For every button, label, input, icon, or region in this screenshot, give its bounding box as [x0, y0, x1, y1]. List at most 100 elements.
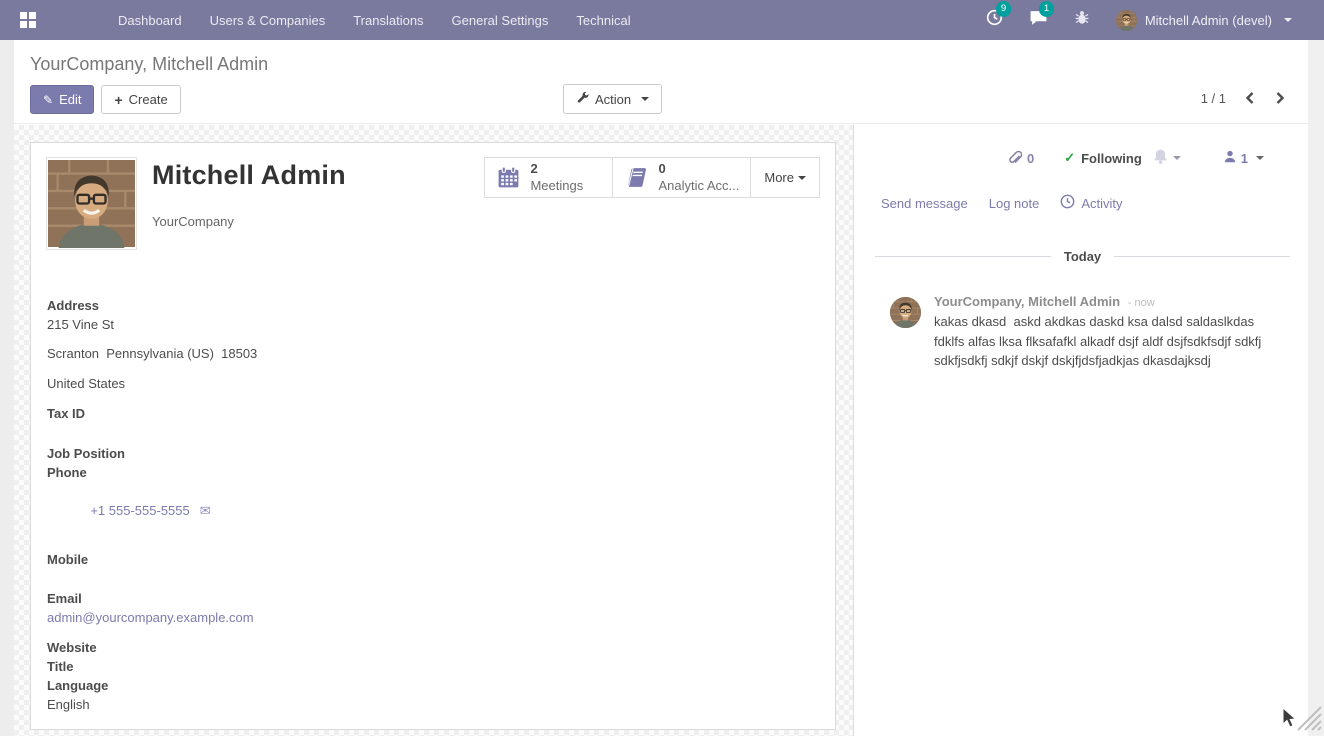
menu-item-users-companies[interactable]: Users & Companies [196, 0, 340, 40]
message-timestamp: - now [1128, 297, 1155, 309]
pager-next-button[interactable] [1273, 89, 1288, 107]
more-dropdown-button[interactable]: More [751, 158, 819, 197]
menu-item-dashboard[interactable]: Dashboard [104, 0, 196, 40]
main-menu: Dashboard Users & Companies Translations… [104, 0, 645, 40]
meetings-count: 2 [530, 161, 583, 177]
stat-button-analytic-accounts[interactable]: 0 Analytic Acc... [613, 158, 751, 197]
log-note-label: Log note [989, 196, 1040, 211]
activity-count-badge: 9 [996, 1, 1011, 17]
pager-previous-button[interactable] [1242, 89, 1257, 107]
title-label: Title [47, 657, 820, 676]
language-label: Language [47, 676, 820, 695]
edit-button-label: Edit [59, 92, 81, 107]
bell-icon [1152, 148, 1169, 168]
activity-label: Activity [1081, 196, 1122, 211]
menu-item-technical[interactable]: Technical [562, 0, 644, 40]
following-label: Following [1081, 151, 1142, 166]
followers-button[interactable]: 1 [1223, 149, 1264, 167]
action-button-label: Action [595, 92, 631, 107]
attachment-count: 0 [1027, 151, 1034, 166]
message-count-badge: 1 [1039, 1, 1054, 17]
tags-label: Tags [47, 725, 820, 730]
chevron-down-icon [1256, 156, 1264, 160]
sms-envelope-icon[interactable]: ✉ [200, 503, 211, 518]
phone-label: Phone [47, 463, 820, 482]
activities-button[interactable]: 9 [986, 9, 1003, 31]
edit-button[interactable]: ✎ Edit [30, 85, 94, 114]
wrench-icon [576, 91, 589, 107]
record-title: Mitchell Admin [152, 160, 346, 191]
create-button-label: Create [129, 92, 168, 107]
message-author-avatar[interactable] [890, 297, 921, 328]
apps-menu-button[interactable] [0, 0, 56, 40]
send-message-button[interactable]: Send message [881, 194, 968, 212]
scrollbar-track[interactable] [1308, 40, 1324, 736]
check-icon: ✓ [1064, 150, 1075, 166]
contact-photo[interactable] [46, 157, 137, 250]
chatter-message: YourCompany, Mitchell Admin - now kakas … [890, 297, 1280, 371]
date-separator-label: Today [1064, 249, 1101, 264]
messages-button[interactable]: 1 [1029, 9, 1048, 31]
log-note-button[interactable]: Log note [989, 194, 1040, 212]
pager: 1 / 1 [1201, 89, 1288, 107]
message-body: kakas dkasd askd akdkas daskd ksa dalsd … [934, 312, 1284, 371]
street-value: 215 Vine St [47, 315, 820, 334]
language-value: English [47, 695, 820, 714]
stat-button-meetings[interactable]: 2 Meetings [485, 158, 613, 197]
attachments-button[interactable]: 0 [1008, 149, 1034, 168]
stat-button-box: 2 Meetings [484, 157, 820, 198]
calendar-icon [496, 165, 521, 190]
bug-icon [1074, 9, 1090, 31]
activity-clock-icon [1060, 194, 1075, 212]
more-button-label: More [764, 170, 794, 185]
mobile-label: Mobile [47, 550, 820, 569]
phone-value-link[interactable]: +1 555-555-5555 [90, 503, 189, 518]
user-name: Mitchell Admin (devel) [1145, 13, 1272, 28]
left-gutter [0, 40, 14, 736]
address-label: Address [47, 296, 820, 315]
control-panel: YourCompany, Mitchell Admin ✎ Edit + Cre… [14, 40, 1308, 124]
pager-value: 1 / 1 [1201, 91, 1226, 106]
country-value: United States [47, 374, 820, 393]
resize-grip[interactable] [1296, 703, 1322, 736]
pencil-icon: ✎ [43, 94, 53, 106]
odoo-app-window: Dashboard Users & Companies Translations… [0, 0, 1324, 736]
chevron-down-icon [1173, 156, 1181, 160]
send-message-label: Send message [881, 196, 968, 211]
following-button[interactable]: ✓ Following [1064, 150, 1142, 166]
field-group: Address 215 Vine St Scranton Pennsylvani… [47, 296, 820, 730]
top-navbar: Dashboard Users & Companies Translations… [0, 0, 1324, 40]
website-label: Website [47, 638, 820, 657]
action-dropdown-button[interactable]: Action [563, 84, 662, 114]
debug-button[interactable] [1074, 9, 1090, 31]
message-author[interactable]: YourCompany, Mitchell Admin [934, 294, 1120, 309]
follower-count: 1 [1241, 151, 1248, 166]
analytic-accounts-label: Analytic Acc... [658, 178, 739, 194]
systray: 9 1 [986, 9, 1324, 31]
meetings-label: Meetings [530, 178, 583, 194]
breadcrumb[interactable]: YourCompany, Mitchell Admin [30, 54, 268, 75]
menu-item-general-settings[interactable]: General Settings [438, 0, 563, 40]
form-view-background: Mitchell Admin YourCompany [14, 125, 853, 736]
paperclip-icon [1008, 149, 1022, 168]
tax-id-label: Tax ID [47, 404, 820, 423]
user-menu[interactable]: Mitchell Admin (devel) [1116, 10, 1292, 31]
email-value-link[interactable]: admin@yourcompany.example.com [47, 610, 254, 625]
menu-item-translations[interactable]: Translations [339, 0, 437, 40]
plus-icon: + [114, 92, 122, 108]
person-icon [1223, 149, 1237, 167]
chevron-down-icon [641, 97, 649, 101]
job-position-label: Job Position [47, 444, 820, 463]
chevron-down-icon [798, 176, 806, 180]
date-separator: Today [875, 249, 1290, 264]
subscription-bell-button[interactable] [1152, 148, 1181, 168]
create-button[interactable]: + Create [101, 85, 180, 114]
chatter-panel: 0 ✓ Following [853, 125, 1308, 736]
schedule-activity-button[interactable]: Activity [1060, 194, 1122, 212]
record-company-link[interactable]: YourCompany [152, 214, 346, 229]
book-icon [624, 165, 649, 190]
apps-grid-icon [20, 12, 36, 28]
form-sheet: Mitchell Admin YourCompany [30, 142, 836, 730]
city-state-zip-value: Scranton Pennsylvania (US) 18503 [47, 344, 820, 363]
chevron-down-icon [1284, 18, 1292, 22]
